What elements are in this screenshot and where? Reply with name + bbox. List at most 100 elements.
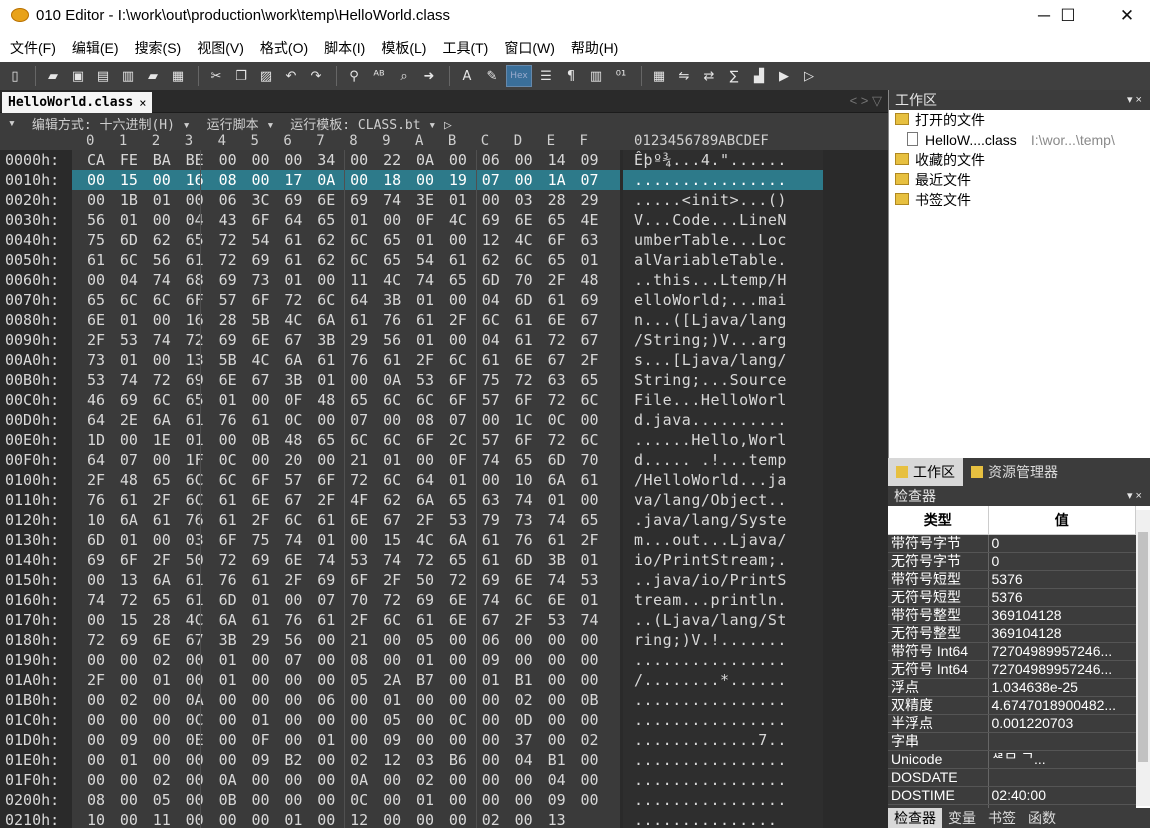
hex-byte[interactable]: 56 — [82, 210, 110, 230]
ascii-text[interactable]: ..this...Ltemp/H — [634, 270, 787, 290]
hex-byte[interactable]: 01 — [148, 190, 176, 210]
hex-byte[interactable]: 01 — [115, 750, 143, 770]
hex-byte[interactable]: 1E — [148, 430, 176, 450]
hex-byte[interactable]: 2F — [148, 550, 176, 570]
hex-byte[interactable]: 61 — [510, 330, 538, 350]
hex-byte[interactable]: 07 — [576, 170, 604, 190]
hex-byte[interactable]: 48 — [115, 470, 143, 490]
hex-byte[interactable]: 67 — [279, 490, 307, 510]
value-column-header[interactable]: 值 — [988, 506, 1136, 535]
hex-byte[interactable]: 76 — [378, 310, 406, 330]
hex-byte[interactable]: 07 — [115, 450, 143, 470]
file-tab[interactable]: HelloWorld.class × — [2, 92, 153, 113]
hex-byte[interactable]: 00 — [510, 170, 538, 190]
ascii-text[interactable]: d..... .!...temp — [634, 450, 787, 470]
hex-byte[interactable]: 11 — [148, 810, 176, 828]
hex-byte[interactable]: 00 — [543, 650, 571, 670]
hex-byte[interactable]: 00 — [477, 190, 505, 210]
hex-byte[interactable]: 00 — [312, 710, 340, 730]
hex-byte[interactable]: 01 — [411, 790, 439, 810]
ascii-text[interactable]: umberTable...Loc — [634, 230, 787, 250]
hex-byte[interactable]: 0F — [411, 210, 439, 230]
hex-byte[interactable]: 6E — [214, 370, 242, 390]
hex-byte[interactable]: 04 — [181, 210, 209, 230]
ascii-text[interactable]: ................ — [634, 790, 787, 810]
hex-byte[interactable]: 74 — [411, 270, 439, 290]
hex-byte[interactable]: 69 — [345, 190, 373, 210]
hex-byte[interactable]: 00 — [115, 430, 143, 450]
pane-menu-icon[interactable]: ▾ × — [1127, 90, 1142, 110]
hex-byte[interactable]: 48 — [312, 390, 340, 410]
hex-byte[interactable]: 67 — [576, 330, 604, 350]
hex-byte[interactable]: 6A — [543, 470, 571, 490]
hex-byte[interactable]: 00 — [214, 750, 242, 770]
hex-byte[interactable]: 69 — [247, 250, 275, 270]
inspector-row[interactable]: 无符号整型 369104128 — [888, 624, 1136, 643]
hex-byte[interactable]: 6F — [247, 290, 275, 310]
hex-byte[interactable]: 09 — [378, 730, 406, 750]
hex-byte[interactable]: 4F — [345, 490, 373, 510]
hex-byte[interactable]: 61 — [247, 410, 275, 430]
inspector-row[interactable]: 无符号 Int64 72704989957246... — [888, 660, 1136, 679]
hex-byte[interactable]: 3B — [279, 370, 307, 390]
hex-byte[interactable]: 65 — [82, 290, 110, 310]
hex-byte[interactable]: 61 — [148, 510, 176, 530]
hex-byte[interactable]: 6F — [345, 570, 373, 590]
bottom-tab[interactable]: 变量 — [942, 808, 982, 828]
hex-byte[interactable]: 01 — [378, 690, 406, 710]
hex-byte[interactable]: 00 — [576, 790, 604, 810]
hex-byte[interactable]: 2F — [378, 570, 406, 590]
hex-byte[interactable]: 73 — [247, 270, 275, 290]
ascii-text[interactable]: ..java/io/PrintS — [634, 570, 787, 590]
hex-byte[interactable]: 05 — [378, 710, 406, 730]
hex-byte[interactable]: 01 — [576, 550, 604, 570]
hex-byte[interactable]: 00 — [312, 770, 340, 790]
ascii-text[interactable]: Êþº¾...4."...... — [634, 150, 787, 170]
hex-byte[interactable]: 19 — [444, 170, 472, 190]
ascii-text[interactable]: ................ — [634, 750, 787, 770]
hex-byte[interactable]: 69 — [576, 290, 604, 310]
redo-icon[interactable]: ↷ — [305, 65, 327, 87]
hex-byte[interactable]: 06 — [214, 190, 242, 210]
hex-byte[interactable]: 00 — [214, 810, 242, 828]
options-arrow[interactable]: ▾ — [8, 116, 16, 131]
hex-byte[interactable]: 70 — [576, 450, 604, 470]
hex-byte[interactable]: 00 — [477, 750, 505, 770]
tab-navigation[interactable]: < > ▽ — [850, 93, 882, 109]
inspector-row[interactable]: DOSTIME 02:40:00 — [888, 786, 1136, 805]
hex-byte[interactable]: 00 — [444, 630, 472, 650]
hex-byte[interactable]: 69 — [82, 550, 110, 570]
hex-byte[interactable]: 00 — [378, 630, 406, 650]
hex-byte[interactable]: 01 — [148, 670, 176, 690]
hex-byte[interactable]: 61 — [181, 250, 209, 270]
hex-byte[interactable]: 06 — [477, 630, 505, 650]
hex-byte[interactable]: 09 — [477, 650, 505, 670]
hex-byte[interactable]: 00 — [378, 210, 406, 230]
hex-byte[interactable]: 00 — [576, 410, 604, 430]
hex-byte[interactable]: 15 — [378, 530, 406, 550]
hex-byte[interactable]: 28 — [214, 310, 242, 330]
hex-byte[interactable]: 09 — [543, 790, 571, 810]
ascii-text[interactable]: ................ — [634, 710, 787, 730]
hex-byte[interactable]: 00 — [576, 490, 604, 510]
hex-byte[interactable]: 76 — [82, 490, 110, 510]
menu-item[interactable]: 窗口(W) — [504, 38, 555, 58]
hex-byte[interactable]: 65 — [378, 250, 406, 270]
hex-byte[interactable]: 00 — [247, 650, 275, 670]
hex-byte[interactable]: 56 — [378, 330, 406, 350]
hex-byte[interactable]: 01 — [115, 530, 143, 550]
hex-byte[interactable]: 72 — [82, 630, 110, 650]
inspector-row[interactable]: 带符号整型 369104128 — [888, 606, 1136, 625]
hex-byte[interactable]: 00 — [82, 730, 110, 750]
hex-byte[interactable]: 4C — [247, 350, 275, 370]
hex-byte[interactable]: 01 — [444, 190, 472, 210]
copy-icon[interactable]: ❐ — [230, 65, 252, 87]
hex-byte[interactable]: 29 — [345, 330, 373, 350]
hex-byte[interactable]: 02 — [477, 810, 505, 828]
hex-byte[interactable]: 72 — [444, 570, 472, 590]
hex-byte[interactable]: 74 — [279, 530, 307, 550]
inspector-value[interactable]: 0.001220703 — [988, 714, 1136, 733]
hex-byte[interactable]: 00 — [214, 730, 242, 750]
hex-byte[interactable]: 74 — [510, 490, 538, 510]
hex-byte[interactable]: 09 — [115, 730, 143, 750]
